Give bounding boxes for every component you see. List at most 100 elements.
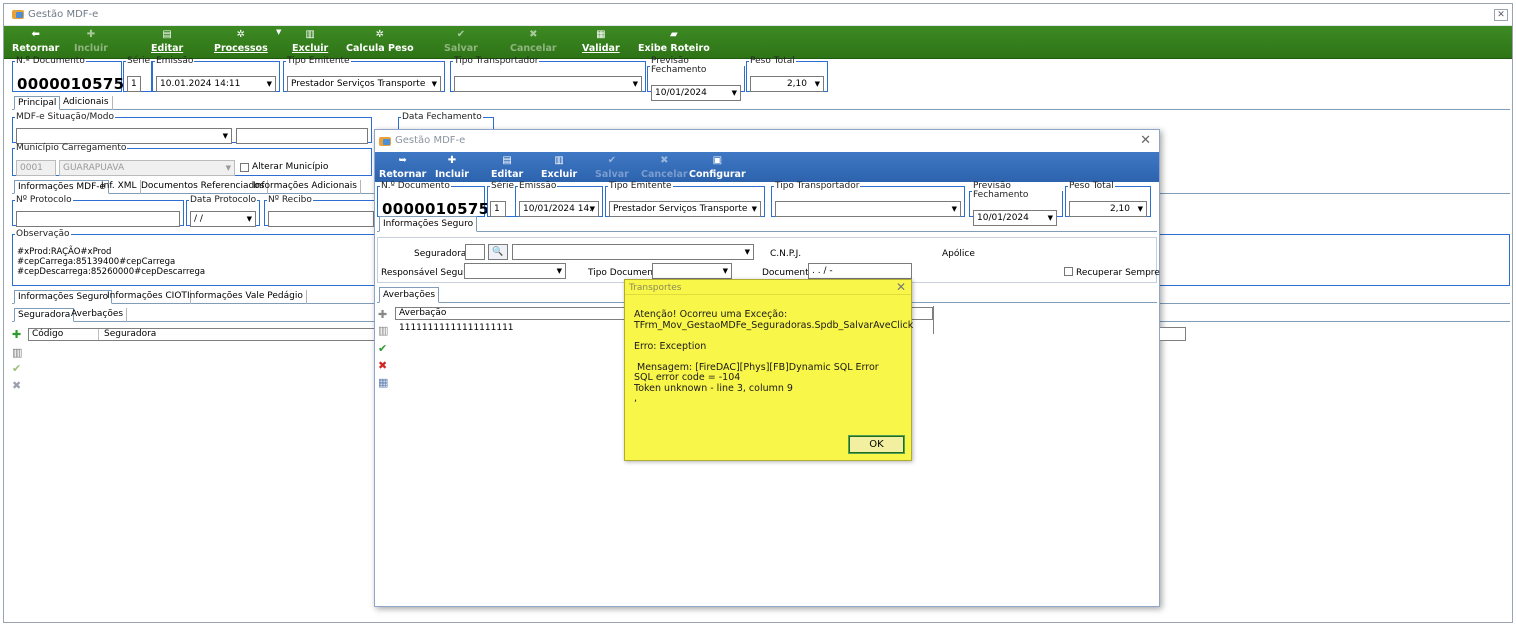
modal-excluir-button[interactable]: ▥ Excluir	[541, 155, 577, 180]
app-icon	[12, 10, 24, 19]
config-icon: ▣	[712, 155, 723, 166]
tab-modal-informacoes-seguro[interactable]: Informações Seguro	[379, 216, 478, 232]
data-protocolo-group: Data Protocolo / / ▼	[186, 196, 260, 227]
tab-informacoes-vale-pedagio[interactable]: Informações Vale Pedágio	[184, 290, 307, 304]
trash-icon[interactable]: ▥	[378, 324, 388, 337]
modal-serie-input[interactable]: 1	[490, 201, 506, 217]
modal-tabs: Informações Seguro	[377, 216, 1157, 232]
tab-principal[interactable]: Principal	[14, 96, 61, 110]
alterar-municipio-checkbox[interactable]	[240, 163, 249, 172]
error-close-button[interactable]: ✕	[896, 280, 906, 294]
cancel-icon[interactable]: ✖	[12, 379, 21, 392]
tipo-documento-select[interactable]: ▼	[652, 263, 732, 279]
data-protocolo-input[interactable]: / / ▼	[190, 211, 256, 227]
main-emissao-group: Emissão 10.01.2024 14:11 ▼	[152, 57, 280, 92]
main-exibe-roteiro-button[interactable]: ▰ Exibe Roteiro	[638, 29, 710, 54]
documento-input[interactable]: . . / -	[808, 263, 912, 279]
app-icon	[379, 137, 391, 146]
modal-tipo-transportador-select[interactable]: ▼	[775, 201, 961, 217]
tab-averbacoes[interactable]: Averbações	[68, 308, 128, 322]
tab-seguradora[interactable]: Seguradora	[14, 308, 75, 322]
main-incluir-button[interactable]: ✚ Incluir	[74, 29, 108, 54]
main-validar-button[interactable]: ▦ Validar	[582, 29, 620, 54]
add-icon[interactable]: ✚	[378, 308, 387, 321]
trash-icon: ▥	[305, 29, 315, 40]
tab-informacoes-mdfe[interactable]: Informações MDF-e	[14, 180, 110, 194]
error-titlebar: Transportes ✕	[625, 280, 911, 295]
edit-icon: ▤	[162, 29, 172, 40]
gear-icon: ✲	[375, 29, 384, 40]
main-close-button[interactable]: ✕	[1494, 9, 1508, 21]
modal-cancelar-button[interactable]: ✖ Cancelar	[641, 155, 688, 180]
main-salvar-button[interactable]: ✔ Salvar	[444, 29, 478, 54]
observacao-text[interactable]: #xProd:RAÇÃO#xProd #cepCarrega:85139400#…	[17, 247, 205, 277]
main-editar-button[interactable]: ▤ Editar	[151, 29, 183, 54]
cancel-icon[interactable]: ✖	[378, 359, 387, 372]
main-peso-input[interactable]: 2,10 ▼	[750, 76, 824, 92]
trash-icon[interactable]: ▥	[12, 346, 22, 359]
recibo-input[interactable]	[268, 211, 374, 227]
main-cancelar-button[interactable]: ✖ Cancelar	[510, 29, 557, 54]
chevron-down-icon: ▼	[225, 164, 231, 172]
chevron-down-icon: ▼	[814, 80, 820, 88]
check-icon[interactable]: ✔	[378, 342, 387, 355]
modal-retornar-button[interactable]: ➥ Retornar	[379, 155, 426, 180]
main-retornar-button[interactable]: ⬅ Retornar	[12, 29, 59, 54]
main-processos-button[interactable]: ✲ Processos	[214, 29, 268, 54]
modal-emissao-group: Emissão 10/01/2024 14: ▼	[515, 182, 603, 217]
averbacao-row[interactable]: 11111111111111111111	[399, 323, 514, 333]
averbacao-grid-edge	[930, 306, 934, 334]
chevron-down-icon: ▼	[722, 267, 728, 275]
check-icon: ✔	[456, 29, 466, 40]
tab-inf-xml[interactable]: Inf. XML	[98, 180, 141, 194]
tab-modal-averbacoes[interactable]: Averbações	[379, 287, 440, 303]
modal-emissao-input[interactable]: 10/01/2024 14: ▼	[519, 201, 599, 217]
municipio-name-select[interactable]: GUARAPUAVA ▼	[59, 160, 235, 176]
chevron-down-icon: ▼	[744, 248, 750, 256]
main-doc-number: 0000010575	[17, 75, 125, 93]
seguradora-code-input[interactable]	[465, 244, 485, 260]
check-icon[interactable]: ✔	[12, 362, 21, 375]
tab-informacoes-ciot[interactable]: Informações CIOT	[104, 290, 191, 304]
modal-peso-input[interactable]: 2,10 ▼	[1069, 201, 1147, 217]
modal-close-button[interactable]: ✕	[1140, 133, 1151, 148]
tab-informacoes-seguro[interactable]: Informações Seguro	[14, 290, 113, 304]
search-icon[interactable]: 🔍	[488, 244, 508, 260]
ok-button[interactable]: OK	[848, 435, 905, 454]
recuperar-sempre-checkbox[interactable]	[1064, 267, 1073, 276]
tab-adicionais[interactable]: Adicionais	[60, 96, 113, 110]
main-excluir-button[interactable]: ▥ Excluir	[292, 29, 328, 54]
mdfe-situacao-select[interactable]: ▼	[16, 128, 232, 144]
protocolo-input[interactable]	[16, 211, 180, 227]
arrow-back-icon: ⬅	[31, 29, 40, 40]
chevron-down-icon: ▼	[246, 215, 252, 223]
main-titlebar: Gestão MDF-e ✕	[4, 4, 1512, 26]
modal-previsao-group: Previsão Fechamento 10/01/2024 ▼	[969, 182, 1063, 226]
modal-editar-button[interactable]: ▤ Editar	[491, 155, 523, 180]
modal-configurar-button[interactable]: ▣ Configurar	[689, 155, 746, 180]
chevron-down-icon: ▼	[431, 80, 437, 88]
modal-salvar-button[interactable]: ✔ Salvar	[595, 155, 629, 180]
main-tipo-transportador-select[interactable]: ▼	[454, 76, 642, 92]
plus-icon: ✚	[86, 29, 96, 40]
col-codigo[interactable]: Código	[29, 329, 99, 340]
processos-dropdown-arrow[interactable]: ▼	[276, 28, 281, 36]
main-emissao-input[interactable]: 10.01.2024 14:11 ▼	[156, 76, 276, 92]
main-serie-input[interactable]: 1	[127, 76, 141, 92]
tab-documentos-referenciados[interactable]: Documentos Referenciados	[138, 180, 269, 194]
main-tipo-emitente-select[interactable]: Prestador Serviços Transporte ▼	[287, 76, 441, 92]
truck-icon: ▰	[670, 29, 678, 40]
modal-tipo-emitente-select[interactable]: Prestador Serviços Transporte ▼	[609, 201, 761, 217]
seguradora-select[interactable]: ▼	[512, 244, 754, 260]
chevron-down-icon: ▼	[751, 205, 757, 213]
main-calcula-peso-button[interactable]: ✲ Calcula Peso	[346, 29, 414, 54]
main-peso-group: Peso Total 2,10 ▼	[746, 57, 828, 92]
gear-icon: ✲	[236, 29, 246, 40]
modal-incluir-button[interactable]: ✚ Incluir	[435, 155, 469, 180]
add-icon[interactable]: ✚	[12, 328, 21, 341]
tab-informacoes-adicionais[interactable]: Informações Adicionais	[250, 180, 361, 194]
municipio-code-input[interactable]: 0001	[16, 160, 56, 176]
responsavel-seguro-select[interactable]: ▼	[464, 263, 566, 279]
mdfe-modo-select[interactable]	[236, 128, 368, 144]
grid-icon[interactable]: ▦	[378, 376, 388, 389]
